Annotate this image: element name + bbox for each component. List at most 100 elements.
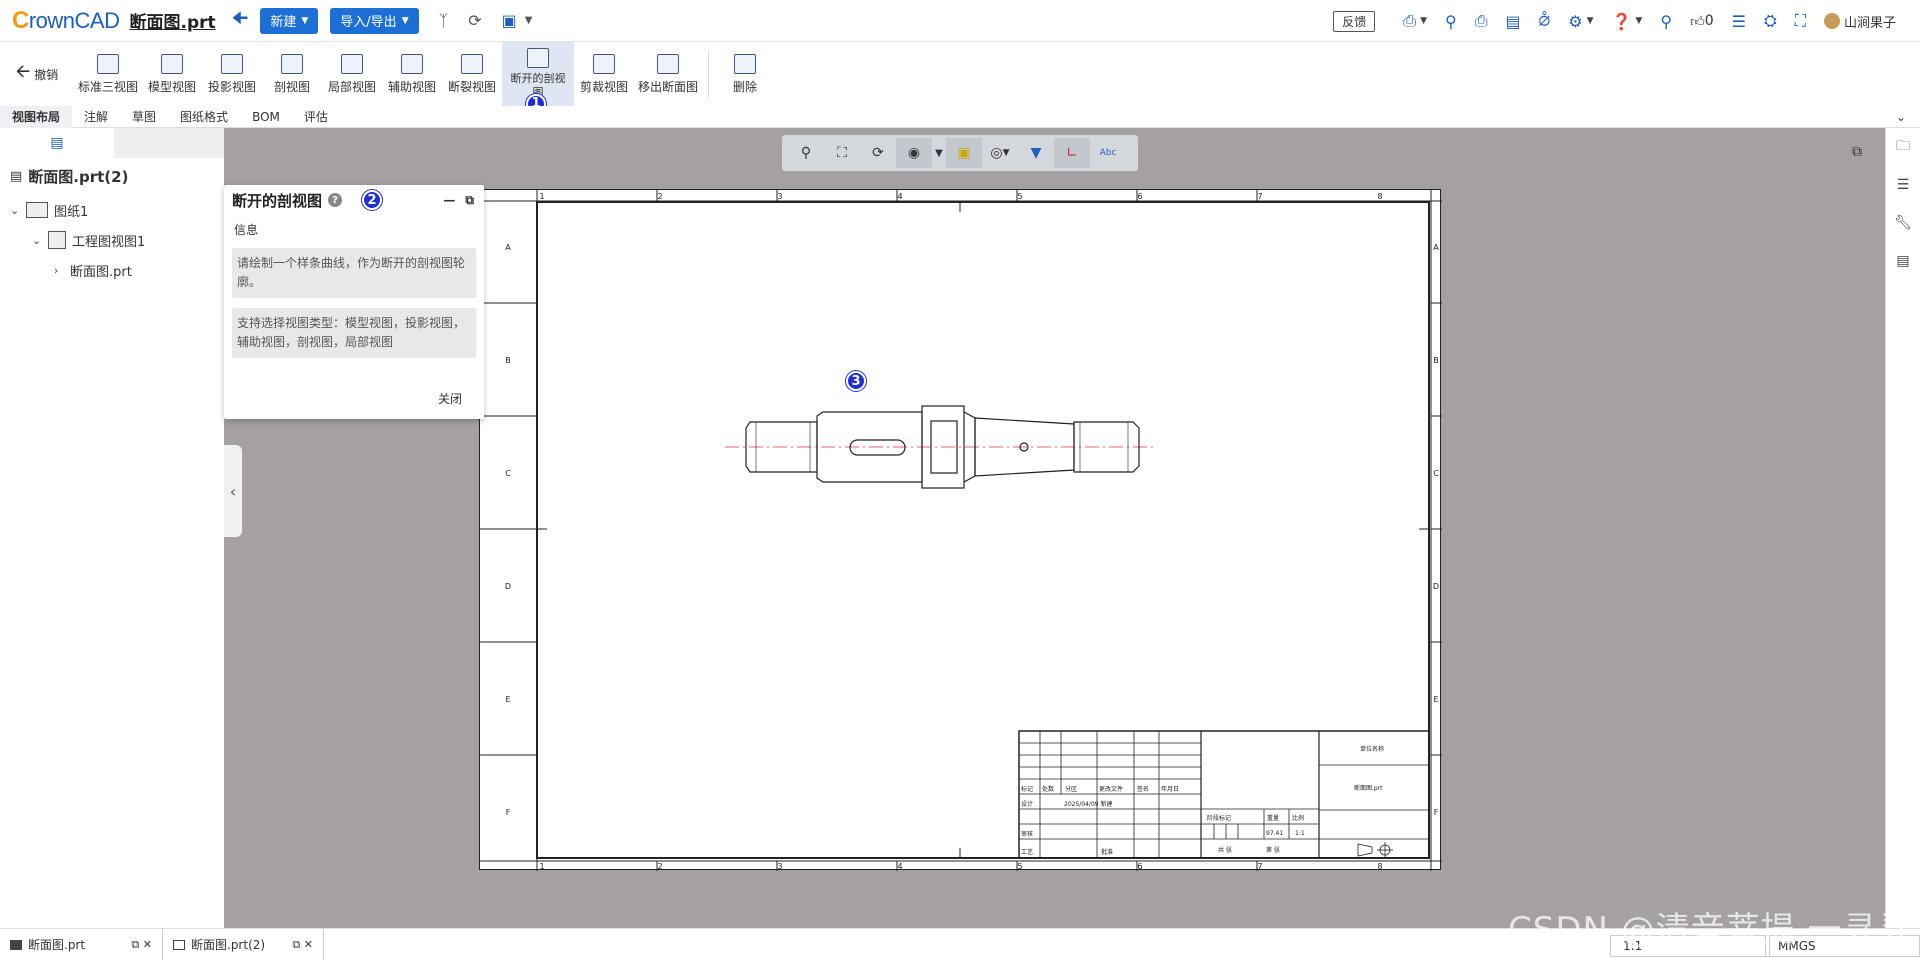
print-setup-icon[interactable]: ⎙ ▼ [1403, 11, 1427, 31]
user-menu[interactable]: 山涧果子 [1823, 12, 1896, 31]
tb-approve: 批准 [1101, 848, 1113, 856]
delete-tool[interactable]: 删除 [715, 42, 775, 106]
folder-icon[interactable]: 🗀︎ [1886, 128, 1920, 166]
auxiliary-view-tool[interactable]: 辅助视图 [382, 42, 442, 106]
model-view-tool[interactable]: 模型视图 [142, 42, 202, 106]
tool-label: 剖视图 [274, 79, 311, 94]
dialog-section-info: 信息 [234, 223, 259, 237]
keyway-slot [849, 439, 906, 456]
branch-icon[interactable]: ᛉ [439, 11, 449, 30]
refresh-icon[interactable]: ⟳ [468, 11, 481, 30]
feedback-button[interactable]: 反馈 [1333, 10, 1376, 32]
projected-view-icon [221, 53, 244, 74]
properties-tab[interactable] [114, 128, 224, 158]
gear-icon[interactable]: ⚙ ▼ [1568, 12, 1593, 31]
tb-scale: 1:1 [1295, 830, 1305, 837]
shaft-drawing-view[interactable] [725, 405, 1155, 489]
detail-view-tool[interactable]: 局部视图 [322, 42, 382, 106]
help-icon[interactable]: ❓ ▼ [1612, 12, 1643, 31]
standard-three-view-tool[interactable]: 标准三视图 [74, 42, 142, 106]
tb-header: 更改文件 [1099, 785, 1123, 793]
like-button[interactable]: 👍︎ 0 [1690, 13, 1714, 30]
crop-view-tool[interactable]: 剪裁视图 [574, 42, 634, 106]
restore-icon[interactable]: ⧉ [465, 193, 474, 208]
col-label: 5 [1017, 862, 1022, 871]
rotate-icon[interactable]: ⟳ [860, 138, 896, 168]
app-logo[interactable]: CrownCAD [12, 7, 120, 35]
restore-window-icon[interactable]: ⧉ [1852, 144, 1862, 160]
tab-bom[interactable]: BOM [240, 106, 292, 128]
save-icon[interactable]: ▣ [502, 11, 517, 30]
chevron-right-icon[interactable]: › [54, 264, 70, 277]
tab-annotation[interactable]: 注解 [72, 106, 120, 128]
broken-out-section-tool[interactable]: 断开的剖视图 1 [502, 42, 575, 114]
minimize-icon[interactable]: — [443, 193, 455, 208]
section-view-tool[interactable]: 剖视图 [262, 42, 322, 106]
document-title[interactable]: 断面图.prt [129, 8, 215, 33]
removed-section-tool[interactable]: 移出断面图 [634, 42, 702, 106]
book-icon[interactable]: ▤ [1886, 242, 1920, 280]
chevron-down-icon[interactable]: ⌄ [10, 204, 26, 217]
coordinate-axes-icon[interactable]: ∟ [1054, 138, 1090, 168]
zoom-icon[interactable]: ⚲ [788, 138, 824, 168]
shaded-cube-icon[interactable]: ▣ [946, 138, 982, 168]
visibility-eye-icon[interactable]: ◉ [896, 138, 932, 168]
tab-sheet-format[interactable]: 图纸格式 [168, 106, 240, 128]
row-label: E [505, 695, 510, 704]
text-display-icon[interactable]: Abc [1090, 138, 1126, 168]
avatar [1823, 13, 1840, 29]
projected-view-tool[interactable]: 投影视图 [202, 42, 262, 106]
tab-sketch[interactable]: 草图 [120, 106, 168, 128]
dialog-close-button[interactable]: 关闭 [438, 390, 462, 407]
tb-header: 年月日 [1161, 785, 1179, 793]
collapse-panel-button[interactable]: ‹ [224, 445, 242, 537]
fit-view-icon[interactable]: ⛶ [824, 138, 860, 168]
share-icon[interactable]: ⦲ [1539, 11, 1551, 31]
fullscreen-icon[interactable]: ⛶ [1795, 11, 1806, 31]
search-icon[interactable]: ⚲ [1445, 12, 1457, 31]
tab-evaluate[interactable]: 评估 [292, 106, 340, 128]
layers-icon[interactable]: ☰ [1732, 12, 1746, 31]
tree-item-part[interactable]: › 断面图.prt [0, 255, 224, 285]
network-icon[interactable]: ⚲ [1660, 12, 1672, 31]
tree-root[interactable]: ▤ 断面图.prt(2) [10, 166, 214, 187]
col-label: 6 [1137, 862, 1142, 871]
undo-button[interactable]: 🡨 撤销 [0, 42, 74, 106]
section-view-display-icon[interactable]: ◎ ▼ [982, 138, 1018, 168]
help-icon[interactable]: ? [328, 193, 343, 207]
row-label: F [506, 808, 511, 817]
tree-tab[interactable]: ▤ [0, 128, 114, 158]
bug-icon[interactable]: ⛭ [1764, 11, 1777, 31]
collapse-ribbon-chevron-icon[interactable]: ⌄ [1896, 110, 1906, 124]
right-sidebar: 🗀︎ ☰ 🔧︎ ▤ [1885, 128, 1920, 928]
filter-icon[interactable]: ▼ [1018, 138, 1054, 168]
tree-item-sheet[interactable]: ⌄ 图纸1 [0, 195, 224, 225]
view-toolbar: ⚲ ⛶ ⟳ ◉ ▼ ▣ ◎ ▼ ▼ ∟ Abc [782, 135, 1138, 171]
save-menu-chevron-icon[interactable]: ▼ [525, 15, 533, 26]
tb-date: 2025/04/09 新建 [1064, 800, 1113, 808]
tree-item-drawing-view[interactable]: ⌄ 工程图视图1 [0, 225, 224, 255]
visibility-chevron-icon[interactable]: ▼ [932, 138, 946, 168]
printer-icon[interactable]: ⎙ [1475, 11, 1488, 31]
comment-icon[interactable]: ▤ [1506, 12, 1521, 31]
restore-close-icons[interactable]: ⧉ ✕ [131, 938, 152, 952]
wrench-icon[interactable]: 🔧︎ [1886, 204, 1920, 242]
tab-view-layout[interactable]: 视图布局 [0, 105, 73, 128]
tool-label: 剪裁视图 [580, 79, 629, 94]
panel-tabs: ▤ [0, 128, 224, 158]
document-tab-2[interactable]: 断面图.prt(2) ⧉ ✕ [162, 928, 324, 960]
chevron-down-icon[interactable]: ⌄ [32, 234, 48, 247]
layers-icon[interactable]: ☰ [1886, 166, 1920, 204]
break-view-tool[interactable]: 断裂视图 [442, 42, 502, 106]
back-arrow-icon[interactable]: 🠈 [232, 6, 249, 36]
dialog-message-1: 请绘制一个样条曲线，作为断开的剖视图轮廓。 [232, 248, 476, 298]
restore-close-icons[interactable]: ⧉ ✕ [292, 938, 313, 952]
drawing-sheet[interactable]: 1 2 3 4 5 6 7 8 1 2 3 4 5 6 7 8 A B C D … [479, 189, 1442, 871]
document-icon: ▤ [10, 169, 23, 184]
broken-out-section-icon [527, 48, 550, 68]
import-export-button[interactable]: 导入/导出 ▼ [330, 7, 419, 34]
tool-label: 标准三视图 [78, 79, 139, 94]
new-button[interactable]: 新建 ▼ [260, 7, 319, 34]
row-label: E [1433, 695, 1438, 704]
document-tab-1[interactable]: 断面图.prt ⧉ ✕ [0, 929, 162, 960]
